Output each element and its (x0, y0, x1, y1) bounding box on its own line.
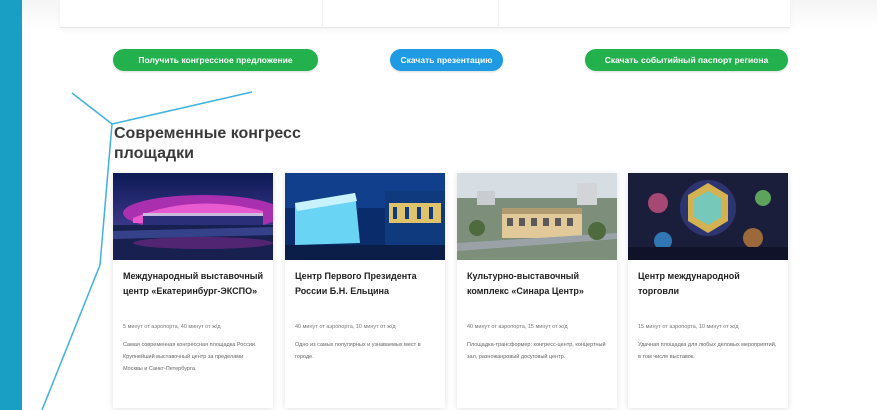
venue-title[interactable]: Культурно-выставочный комплекс «Синара Ц… (467, 269, 611, 299)
top-card-divider (322, 0, 323, 28)
venue-card-ekaterinburg-expo[interactable]: Международный выставочный центр «Екатери… (113, 173, 273, 408)
download-event-passport-button[interactable]: Скачать событийный паспорт региона (585, 49, 788, 71)
left-accent-stripe (0, 0, 22, 410)
venue-description: Удачная площадка для любых деловых мероп… (638, 342, 777, 360)
venue-photo-yeltsin-center (285, 173, 445, 260)
get-congress-offer-button[interactable]: Получить конгрессное предложение (113, 49, 318, 71)
venue-location-meta: 40 минут от аэропорта, 10 минут от ж/д (295, 324, 396, 330)
top-card-divider (498, 0, 499, 28)
venue-description: Площадка-трансформер: конгресс-центр, ко… (467, 342, 606, 360)
venue-location-meta: 15 минут от аэропорта, 10 минут от ж/д (638, 324, 739, 330)
venue-title[interactable]: Центр Первого Президента России Б.Н. Ель… (295, 269, 439, 299)
venue-title[interactable]: Международный выставочный центр «Екатери… (123, 269, 267, 299)
venue-photo-ekaterinburg-expo (113, 173, 273, 260)
venue-card-sinara-center[interactable]: Культурно-выставочный комплекс «Синара Ц… (457, 173, 617, 408)
venue-location-meta: 5 минут от аэропорта, 40 минут от ж/д (123, 324, 221, 330)
venue-card-yeltsin-center[interactable]: Центр Первого Президента России Б.Н. Ель… (285, 173, 445, 408)
venue-title[interactable]: Центр международной торговли (638, 269, 782, 299)
download-presentation-button[interactable]: Скачать презентацию (390, 49, 503, 71)
top-card-bottom-edge (60, 0, 790, 28)
venue-photo-sinara-center (457, 173, 617, 260)
venue-description: Одно из самых популярных и узнаваемых ме… (295, 342, 421, 360)
venue-photo-world-trade-center (628, 173, 788, 260)
venue-location-meta: 40 минут от аэропорта, 15 минут от ж/д (467, 324, 568, 330)
venue-description: Самая современная конгрессная площадка Р… (123, 342, 257, 372)
venue-card-world-trade-center[interactable]: Центр международной торговли 15 минут от… (628, 173, 788, 408)
section-title: Современные конгресс площадки (114, 125, 301, 162)
